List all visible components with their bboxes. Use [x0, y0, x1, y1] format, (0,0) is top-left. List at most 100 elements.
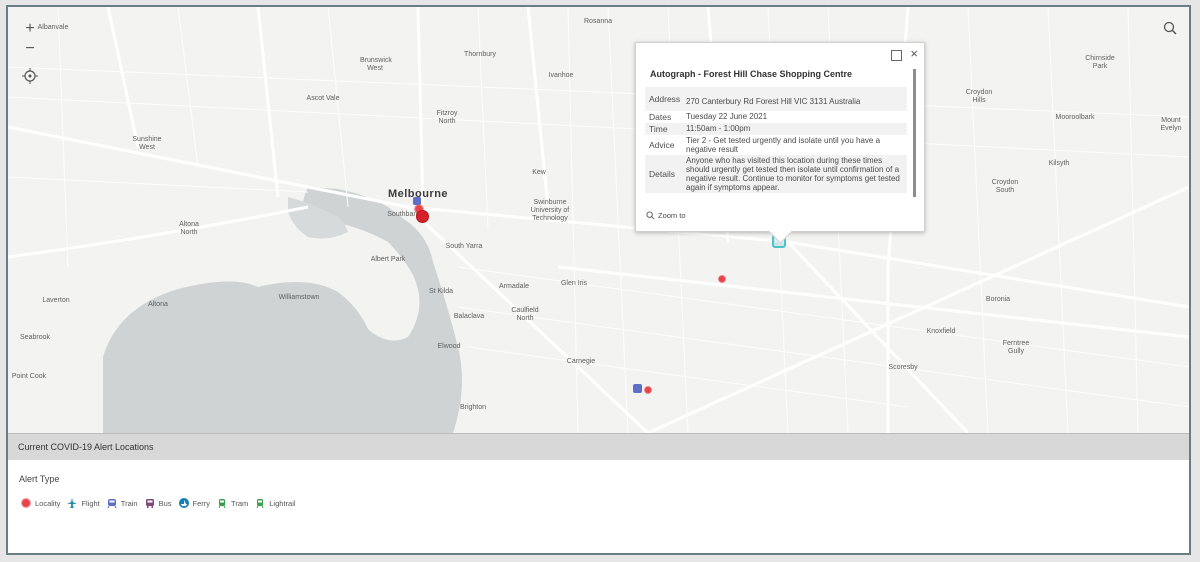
place-label: Caulfield North [511, 307, 539, 322]
legend-label: Bus [158, 498, 172, 508]
ferry-icon [178, 498, 189, 508]
legend-title: Alert Type [19, 474, 60, 484]
place-label: Chirnside Park [1085, 55, 1115, 70]
place-label: Kew [532, 169, 546, 176]
place-label: Thornbury [464, 51, 496, 58]
place-label: Glen Iris [560, 280, 588, 287]
field-row: Advice Tier 2 - Get tested urgently and … [645, 135, 907, 155]
field-value: Tier 2 - Get tested urgently and isolate… [686, 136, 881, 154]
legend-label: Lightrail [269, 498, 296, 508]
place-label: Altona [148, 301, 168, 308]
place-label: Albanvale [37, 24, 69, 31]
legend-item-flight: Flight [67, 498, 100, 508]
field-key: Details [649, 169, 675, 179]
legend-item-ferry: Ferry [178, 498, 211, 508]
place-label: Croydon South [991, 179, 1019, 194]
locality-icon [21, 498, 31, 508]
place-label: Ascot Vale [306, 95, 340, 102]
legend-label: Train [120, 498, 138, 508]
popup-fields: Address 270 Canterbury Rd Forest Hill VI… [645, 87, 907, 197]
legend-label: Flight [81, 498, 100, 508]
place-label: Balaclava [453, 313, 485, 320]
place-label: South Yarra [445, 243, 483, 250]
legend-item-tram: Tram [217, 498, 248, 508]
place-label: Knoxfield [926, 328, 956, 335]
zoom-to-label: Zoom to [658, 211, 686, 220]
place-label: Brunswick West [360, 57, 392, 72]
place-label: Seabrook [20, 334, 50, 341]
field-key: Time [649, 124, 668, 134]
legend-label: Tram [231, 498, 249, 508]
panel-title: Current COVID-19 Alert Locations [18, 442, 154, 452]
zoom-control: + − [20, 19, 40, 59]
zoom-to-link[interactable]: Zoom to [646, 211, 686, 220]
field-row: Details Anyone who has visited this loca… [645, 155, 907, 193]
field-key: Address [649, 94, 681, 104]
legend-item-bus: Bus [145, 498, 172, 508]
alert-locality-pin[interactable] [644, 386, 652, 394]
tram-icon [218, 499, 226, 508]
place-label: Rosanna [583, 18, 613, 25]
place-label: Ferntree Gully [1002, 340, 1030, 355]
field-row: Dates Tuesday 22 June 2021 [645, 111, 907, 123]
crosshair-icon [22, 68, 38, 84]
map-app: Albanvale Rosanna Thornbury Brunswick We… [6, 5, 1191, 555]
field-row: Time 11:50am - 1:00pm [645, 123, 907, 135]
place-label: Ivanhoe [548, 72, 574, 79]
field-value: 11:50am - 1:00pm [686, 124, 751, 133]
place-label: Scoresby [888, 364, 918, 371]
place-label: Mount Evelyn [1160, 117, 1182, 132]
info-popup: × Autograph - Forest Hill Chase Shopping… [635, 42, 925, 244]
zoom-in-button[interactable]: + [20, 19, 40, 39]
place-label: Point Cook [11, 373, 47, 380]
place-label: Carnegie [566, 358, 596, 365]
field-value: Tuesday 22 June 2021 [686, 112, 768, 121]
search-button[interactable] [1160, 18, 1180, 38]
place-label: Fitzroy North [436, 110, 458, 125]
place-label: Kilsyth [1048, 160, 1070, 167]
alert-locality-pin[interactable] [718, 275, 726, 283]
place-label: Boronia [985, 296, 1011, 303]
field-row: Address 270 Canterbury Rd Forest Hill VI… [645, 87, 907, 111]
panel-header: Current COVID-19 Alert Locations [8, 433, 1189, 461]
place-label: Sunshine West [132, 136, 162, 151]
legend-item-locality: Locality [21, 498, 60, 508]
place-label: Mooroolbark [1055, 114, 1095, 121]
zoom-out-button[interactable]: − [20, 39, 40, 59]
train-alert-pin[interactable] [413, 197, 421, 205]
popup-scrollbar[interactable] [913, 69, 916, 197]
legend-item-train: Train [107, 498, 138, 508]
legend-item-lightrail: Lightrail [255, 498, 296, 508]
legend-panel: Alert Type Locality Flight Train Bus Fer… [8, 460, 1189, 553]
place-label: St Kilda [428, 288, 454, 295]
bus-icon [145, 499, 154, 508]
legend-items: Locality Flight Train Bus Ferry Tram Lig… [21, 498, 303, 508]
locate-button[interactable] [20, 66, 40, 86]
popup-title: Autograph - Forest Hill Chase Shopping C… [650, 69, 853, 79]
legend-label: Ferry [192, 498, 211, 508]
alert-locality-pin[interactable] [416, 210, 429, 223]
poi-label: Swinburne University of Technology [530, 199, 570, 222]
place-label: Williamstown [278, 294, 320, 301]
train-alert-pin[interactable] [633, 384, 642, 393]
place-label: Albert Park [370, 256, 406, 263]
search-icon [1163, 21, 1177, 35]
place-label: Laverton [42, 297, 70, 304]
field-key: Dates [649, 112, 672, 122]
lightrail-icon [256, 499, 264, 508]
place-label: Armadale [499, 283, 529, 290]
zoom-magnifier-icon [646, 211, 655, 220]
place-label: Altona North [179, 221, 199, 236]
maximize-icon[interactable] [891, 50, 902, 61]
close-button[interactable]: × [910, 46, 918, 61]
field-key: Advice [649, 140, 675, 150]
field-value: Anyone who has visited this location dur… [686, 156, 900, 192]
basemap [8, 7, 1189, 433]
place-label: Croydon Hills [965, 89, 993, 104]
place-label: Brighton [459, 404, 487, 411]
place-label: Elwood [437, 343, 461, 350]
legend-label: Locality [35, 498, 61, 508]
map-view[interactable]: Albanvale Rosanna Thornbury Brunswick We… [8, 7, 1189, 433]
train-icon [107, 499, 117, 508]
plane-icon [67, 498, 78, 508]
